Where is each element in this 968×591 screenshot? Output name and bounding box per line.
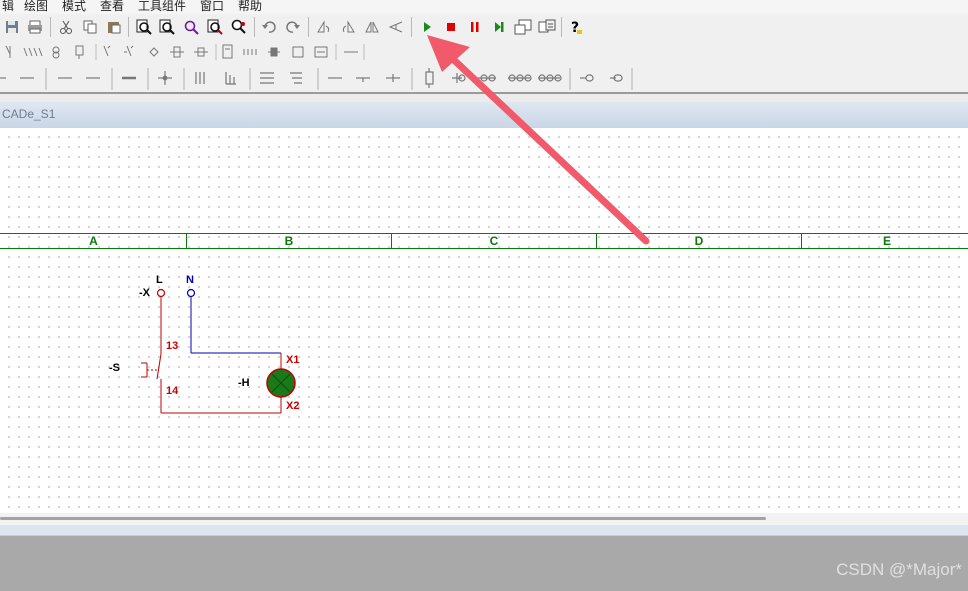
lamp-label: -H <box>238 377 250 389</box>
watermark: CSDN @*Major* <box>836 560 962 579</box>
scrollbar-thumb[interactable] <box>0 517 766 520</box>
status-area <box>0 536 968 591</box>
terminal-n <box>186 288 196 298</box>
bottom-tab-strip <box>0 525 968 536</box>
terminal-l <box>156 288 166 298</box>
switch-pin-13: 13 <box>166 340 179 352</box>
lamp-pin-x1: X1 <box>286 354 300 366</box>
phase-l-label: L <box>156 274 163 286</box>
lamp-pin-x2: X2 <box>286 400 300 412</box>
switch-label: -S <box>109 362 120 374</box>
switch-pin-14: 14 <box>166 385 179 397</box>
horizontal-scrollbar[interactable] <box>0 513 968 525</box>
switch-symbol <box>141 353 162 413</box>
neutral-n-label: N <box>186 274 194 286</box>
terminal-label: -X <box>139 287 150 299</box>
